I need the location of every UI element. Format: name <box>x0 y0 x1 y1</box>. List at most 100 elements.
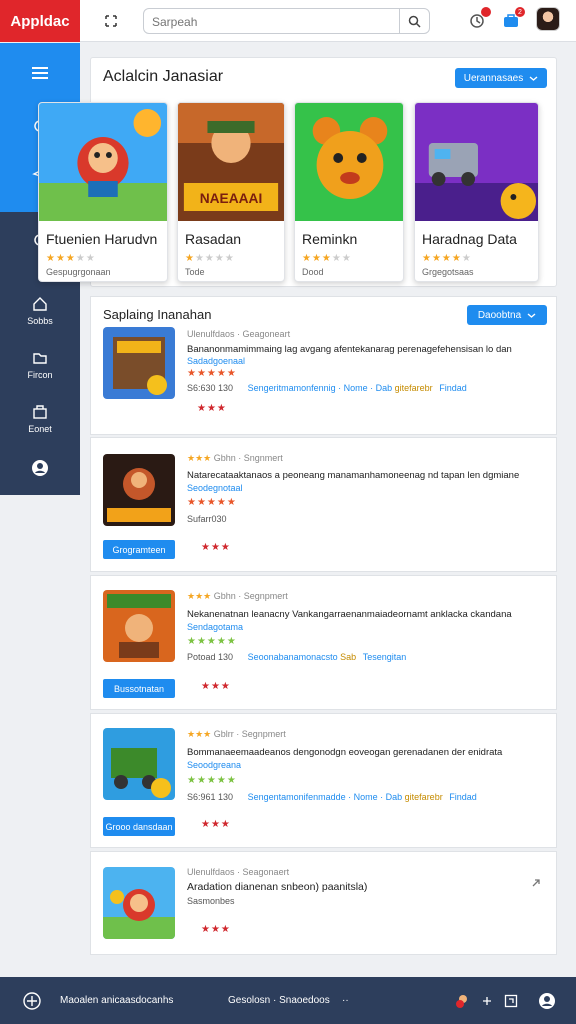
profile-icon[interactable] <box>455 977 471 1024</box>
red-rating: ★★★ <box>201 819 231 830</box>
chevron-down-icon <box>527 312 536 318</box>
app-thumbnail[interactable] <box>103 728 175 800</box>
rating-stars: ★★★★★ <box>187 368 237 379</box>
list-item[interactable]: ★★★ Gbhn · Sngnmert Natarecataaktanaos a… <box>90 437 557 572</box>
rating-stars: ★★★★★ <box>46 253 96 264</box>
menu-button[interactable] <box>0 65 80 81</box>
rating-stars: ★★★★★ <box>187 775 237 786</box>
rating-stars: ★★★★★ <box>187 636 237 647</box>
app-developer[interactable]: Seoodgreana <box>187 760 241 770</box>
featured-title: Aclalcin Janasiar <box>103 68 224 85</box>
app-category: ★★★ Gbhn · Segnpmert <box>187 591 288 601</box>
game-card[interactable]: Ftuenien Harudvn ★★★★★ Gespugrgonaan <box>38 102 168 282</box>
sidebar-profile-button[interactable] <box>0 459 80 477</box>
app-description: Natarecataaktanaos a peoneang manamanham… <box>187 470 520 481</box>
game-art-image <box>295 103 403 221</box>
game-title: Haradnag Data <box>422 231 517 247</box>
link-icon[interactable] <box>480 977 494 1024</box>
list-panel: Saplaing Inanahan Daoobtna Ulenulfdaos ·… <box>90 296 557 435</box>
list-item[interactable]: ★★★ Gblrr · Segnpmert Bommanaeemaadeanos… <box>90 713 557 848</box>
search-icon <box>408 15 421 28</box>
red-rating: ★★★ <box>201 924 231 935</box>
more-button[interactable]: ·· <box>342 977 349 1024</box>
notification-badge <box>481 7 491 17</box>
rating-stars: ★★★★★ <box>187 497 237 508</box>
app-tags[interactable]: Sengentamonifenmadde · Nome · Dab <box>248 792 403 802</box>
app-description: Bommanaeemaadeanos dengonodgn eoveogan g… <box>187 747 503 758</box>
app-info: Sasmonbes <box>187 896 235 906</box>
hamburger-icon <box>32 67 48 79</box>
list-item[interactable]: ★★★ Gbhn · Segnpmert Nekanenatnan leanac… <box>90 575 557 710</box>
app-tag-end[interactable]: Findad <box>449 792 477 802</box>
app-developer[interactable]: Seodegnotaal <box>187 483 243 493</box>
rating-stars: ★★★★★ <box>302 253 352 264</box>
bottom-left-label[interactable]: Maoalen anicaasdocanhs <box>60 977 173 1024</box>
user-avatar[interactable] <box>536 7 560 31</box>
expand-icon[interactable] <box>100 10 122 32</box>
game-card[interactable]: Reminkn ★★★★★ Dood <box>294 102 404 282</box>
app-logo[interactable]: Appldac <box>0 0 80 42</box>
install-button[interactable]: Grooo dansdaan <box>103 817 175 836</box>
app-developer[interactable]: Sendagotama <box>187 622 243 632</box>
app-category: Ulenulfdaos · Geagoneart <box>187 329 291 339</box>
app-size: S6:630 130 <box>187 383 234 393</box>
app-thumbnail[interactable] <box>103 327 175 399</box>
app-size: Potoad 130 <box>187 652 234 662</box>
game-meta: Grgegotsaas <box>422 267 474 277</box>
chevron-down-icon <box>529 75 538 81</box>
install-button[interactable]: Bussotnatan <box>103 679 175 698</box>
plus-circle-icon <box>23 991 41 1010</box>
game-meta: Dood <box>302 267 324 277</box>
app-thumbnail[interactable] <box>103 454 175 526</box>
app-info: S6:630 130 Sengeritmamonfennig · Nome · … <box>187 383 467 393</box>
list-item[interactable]: Ulenulfdaos · Seagonaert Aradation diane… <box>90 851 557 955</box>
cart-icon[interactable]: 2 <box>500 7 525 32</box>
app-tags[interactable]: Sengeritmamonfennig · Nome · Dab <box>248 383 393 393</box>
external-link-icon[interactable] <box>530 876 542 894</box>
app-tag-end[interactable]: Findad <box>439 383 467 393</box>
list-view-all-button[interactable]: Daoobtna <box>467 305 547 325</box>
game-title: Rasadan <box>185 231 242 247</box>
app-tag-accent[interactable]: gitefarebr <box>395 383 433 393</box>
account-icon[interactable] <box>538 977 556 1024</box>
install-button[interactable]: Grogramteen <box>103 540 175 559</box>
list-title: Saplaing Inanahan <box>103 307 212 322</box>
app-description: Nekanenatnan leanacny Vankangarraenanmai… <box>187 609 512 620</box>
user-icon <box>32 460 48 476</box>
bag-icon <box>33 405 47 419</box>
game-card[interactable]: NAEAAAI Rasadan ★★★★★ Tode <box>177 102 285 282</box>
top-bar: Appldac 2 <box>0 0 576 42</box>
sidebar-item-label: Eonet <box>28 424 52 434</box>
app-thumbnail[interactable] <box>103 867 175 939</box>
game-title: Ftuenien Harudvn <box>46 231 158 247</box>
app-description: Aradation dianenan snbeon) paanitsla) <box>187 881 368 893</box>
app-tag-accent[interactable]: gitefarebr <box>405 792 443 802</box>
folder-icon <box>33 353 47 364</box>
app-tags[interactable]: Seoonabanamonacsto <box>248 652 338 662</box>
app-info: S6:961 130 Sengentamonifenmadde · Nome ·… <box>187 792 477 802</box>
app-category: ★★★ Gbhn · Sngnmert <box>187 453 283 463</box>
search-button[interactable] <box>399 9 429 33</box>
sidebar-item-home[interactable]: Sobbs <box>0 295 80 326</box>
app-info: Sufarr030 <box>187 514 227 524</box>
app-tag-accent[interactable]: Sab <box>340 652 356 662</box>
app-thumbnail[interactable] <box>103 590 175 662</box>
featured-view-all-button[interactable]: Uerannasaes <box>455 68 547 88</box>
app-tag-end[interactable]: Tesengitan <box>363 652 407 662</box>
window-icon[interactable] <box>504 977 518 1024</box>
game-art-image: NAEAAAI <box>178 103 284 221</box>
svg-text:NAEAAAI: NAEAAAI <box>200 190 263 206</box>
rating-stars: ★★★★★ <box>185 253 235 264</box>
notification-icon[interactable] <box>466 7 491 32</box>
add-button[interactable] <box>22 977 42 1024</box>
bottom-mid-label[interactable]: Gesolosn · Snaoedoos <box>228 977 330 1024</box>
app-developer[interactable]: Sadadgoenaal <box>187 356 245 366</box>
sidebar-item-folder[interactable]: Fircon <box>0 349 80 380</box>
sidebar-item-bag[interactable]: Eonet <box>0 403 80 434</box>
game-art-image <box>39 103 167 221</box>
game-card[interactable]: Haradnag Data ★★★★★ Grgegotsaas <box>414 102 539 282</box>
red-rating: ★★★ <box>197 403 227 414</box>
search-input[interactable] <box>152 13 392 30</box>
app-size: S6:961 130 <box>187 792 234 802</box>
game-title: Reminkn <box>302 231 358 247</box>
